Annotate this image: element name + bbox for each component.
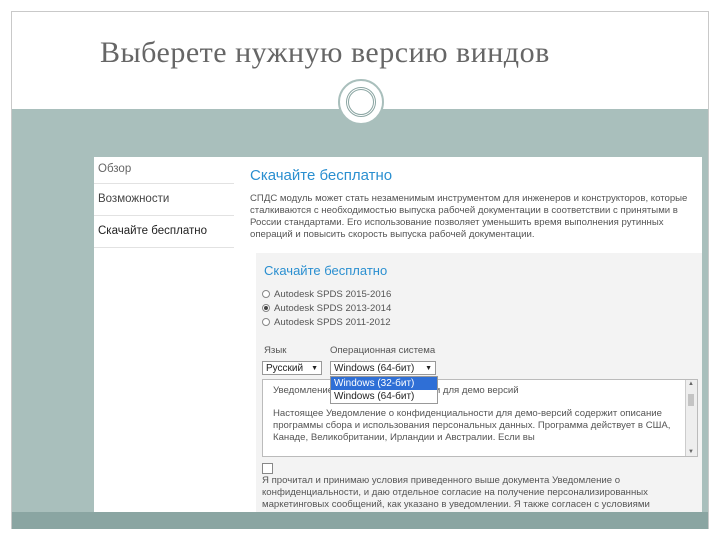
os-option-32bit[interactable]: Windows (32-бит)	[331, 377, 437, 390]
notice-body: Настоящее Уведомление о конфиденциальнос…	[273, 408, 671, 443]
version-option[interactable]: Autodesk SPDS 2013-2014	[262, 301, 391, 315]
sidebar-item-download[interactable]: Скачайте бесплатно	[94, 216, 234, 248]
sidebar-item-features[interactable]: Возможности	[94, 184, 234, 216]
sidebar: Обзор Возможности Скачайте бесплатно	[94, 157, 234, 248]
download-panel: Скачайте бесплатно Autodesk SPDS 2015-20…	[256, 253, 702, 512]
chevron-down-icon: ▼	[425, 365, 432, 372]
language-label: Язык	[264, 345, 287, 356]
language-select[interactable]: Русский ▼	[262, 361, 322, 375]
panel-title: Скачайте бесплатно	[264, 263, 388, 278]
version-label: Autodesk SPDS 2011-2012	[274, 316, 391, 328]
radio-button-selected[interactable]	[262, 304, 270, 312]
intro-text: СПДС модуль может стать незаменимым инст…	[250, 193, 688, 240]
os-option-64bit[interactable]: Windows (64-бит)	[331, 390, 437, 403]
os-value: Windows (64-бит)	[334, 363, 415, 374]
scroll-down-icon[interactable]: ▼	[688, 449, 694, 455]
slide-bottom-strip	[12, 512, 708, 529]
accept-checkbox[interactable]	[262, 463, 273, 474]
scroll-thumb[interactable]	[688, 394, 694, 406]
radio-button[interactable]	[262, 290, 270, 298]
slide-title: Выберете нужную версию виндов	[100, 36, 550, 69]
chevron-down-icon: ▼	[311, 365, 318, 372]
os-dropdown-list: Windows (32-бит) Windows (64-бит)	[330, 376, 438, 404]
version-option[interactable]: Autodesk SPDS 2015-2016	[262, 287, 391, 301]
privacy-notice-box[interactable]: Уведомление о конфиденциальности для дем…	[262, 379, 698, 457]
scroll-up-icon[interactable]: ▲	[688, 381, 694, 387]
circle-ornament-icon	[338, 79, 384, 125]
sidebar-item-overview[interactable]: Обзор	[94, 157, 234, 184]
version-option[interactable]: Autodesk SPDS 2011-2012	[262, 315, 391, 329]
os-select[interactable]: Windows (64-бит) ▼	[330, 361, 436, 375]
accept-text: Я прочитал и принимаю условия приведенно…	[262, 475, 650, 510]
version-label: Autodesk SPDS 2015-2016	[274, 288, 392, 300]
notice-scrollbar[interactable]: ▲ ▼	[685, 380, 697, 456]
version-label: Autodesk SPDS 2013-2014	[274, 302, 392, 314]
os-label: Операционная система	[330, 345, 436, 356]
radio-button[interactable]	[262, 318, 270, 326]
language-value: Русский	[266, 363, 304, 374]
page-title: Скачайте бесплатно	[250, 167, 393, 184]
website-screenshot: Обзор Возможности Скачайте бесплатно Ска…	[94, 157, 702, 512]
